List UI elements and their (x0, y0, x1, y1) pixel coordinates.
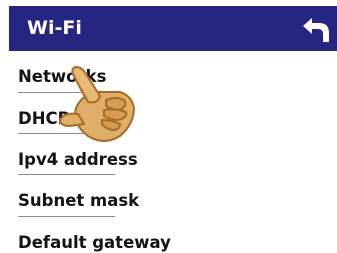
back-button[interactable] (293, 6, 337, 51)
title-bar: Wi-Fi (9, 6, 337, 51)
menu-item-dhcp[interactable]: DHCP (18, 97, 318, 135)
divider (18, 92, 115, 93)
back-arrow-icon (303, 18, 329, 42)
menu-item-networks[interactable]: Networks (18, 55, 318, 93)
menu-item-label: DHCP (18, 109, 70, 128)
divider (18, 174, 115, 175)
menu-item-label: Ipv4 address (18, 150, 138, 169)
menu-item-subnet-mask[interactable]: Subnet mask (18, 179, 318, 217)
divider (18, 133, 115, 134)
menu-item-label: Networks (18, 67, 107, 86)
divider (18, 216, 115, 217)
menu-item-label: Default gateway (18, 233, 171, 252)
menu-item-label: Subnet mask (18, 191, 140, 210)
wifi-settings-screen: Wi-Fi Networks DHCP Ipv4 address Subnet … (0, 0, 337, 253)
menu-item-ipv4-address[interactable]: Ipv4 address (18, 138, 318, 176)
page-title: Wi-Fi (27, 17, 82, 39)
menu-item-default-gateway[interactable]: Default gateway (18, 221, 318, 253)
